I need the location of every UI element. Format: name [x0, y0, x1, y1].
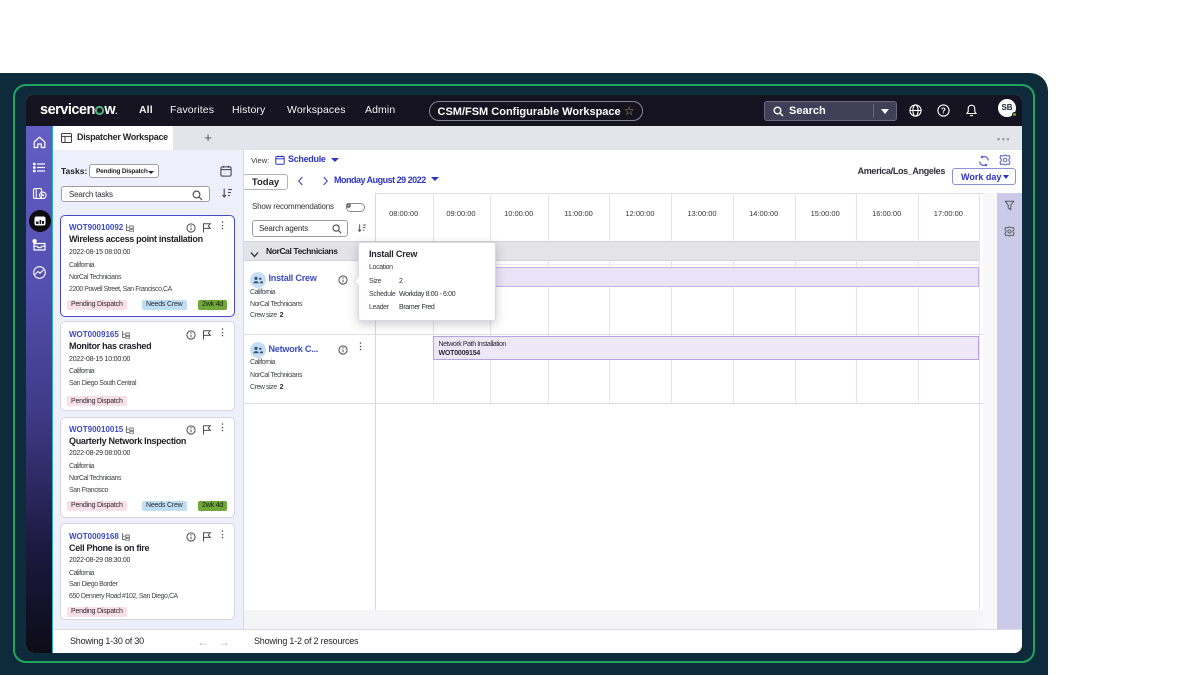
svg-text:?: ?	[941, 106, 946, 115]
